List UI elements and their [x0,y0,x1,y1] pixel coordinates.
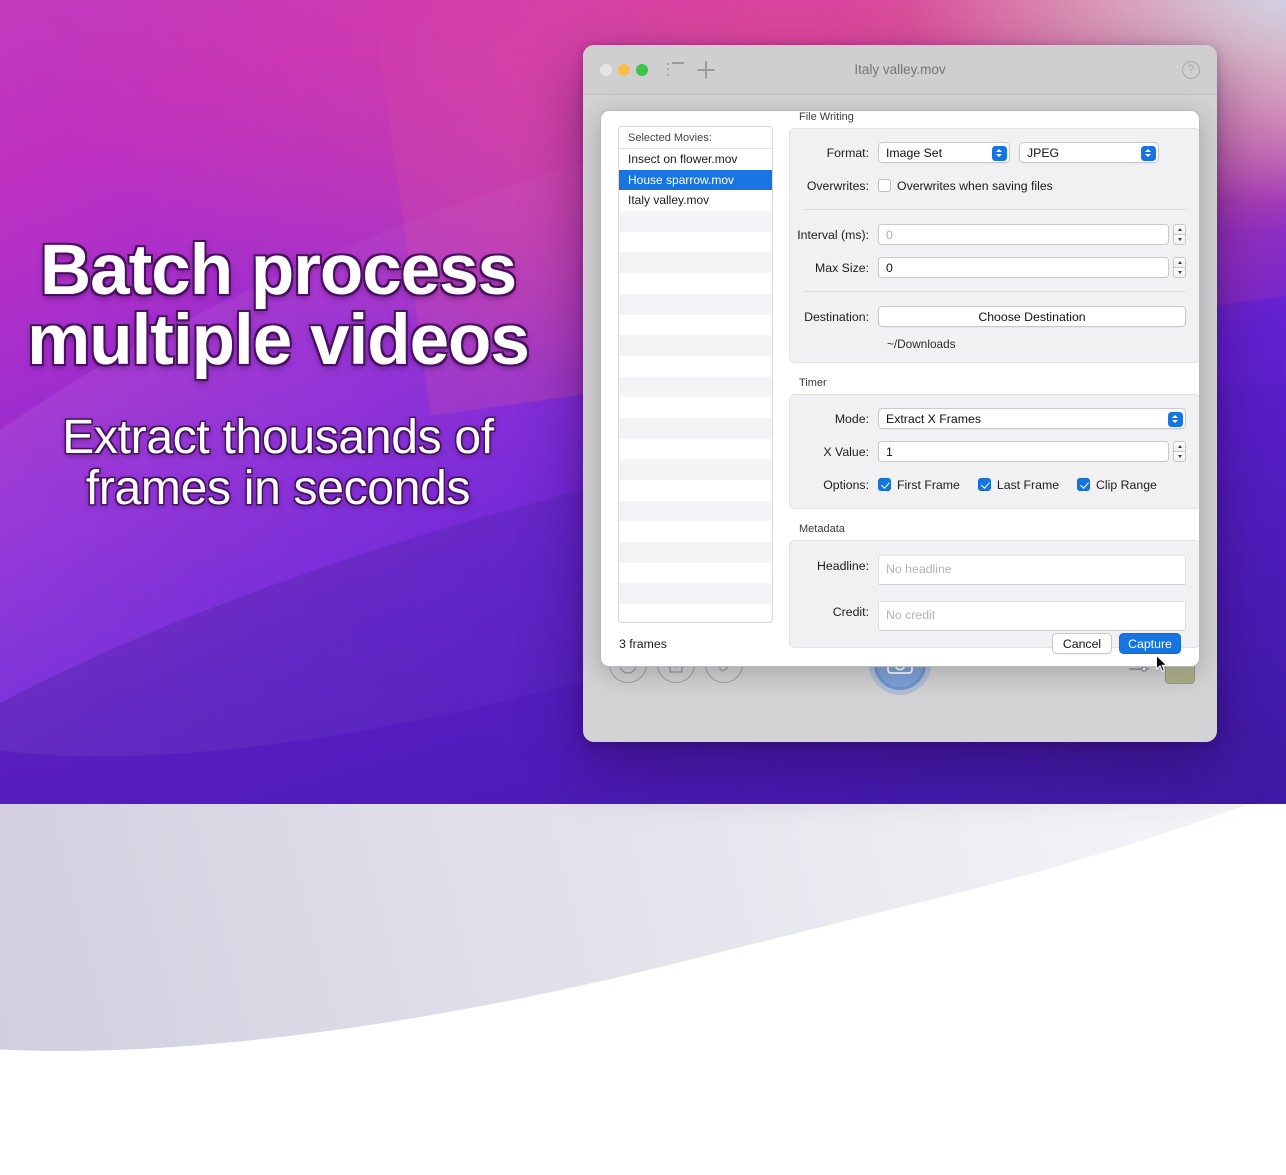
list-item-empty[interactable] [619,211,772,232]
file-writing-group: Format: Image Set JPEG Overwrites: Overw… [789,128,1200,363]
overwrites-checkbox-label: Overwrites when saving files [897,179,1053,193]
capture-button[interactable]: Capture [1119,633,1181,654]
last-frame-checkbox[interactable] [978,478,991,491]
marketing-copy: Batch process multiple videos Extract th… [0,236,556,515]
interval-value: 0 [886,228,893,242]
marketing-subheadline: Extract thousands of frames in seconds [0,413,556,515]
list-item-empty[interactable] [619,294,772,315]
window-titlebar: Italy valley.mov ? [583,45,1217,95]
interval-stepper[interactable] [1173,224,1186,245]
capture-settings-sheet: Selected Movies: Insect on flower.mov Ho… [600,110,1200,667]
mode-select[interactable]: Extract X Frames [878,408,1186,429]
divider [804,291,1186,292]
max-size-stepper[interactable] [1173,257,1186,278]
mode-label: Mode: [790,412,878,426]
chevron-updown-icon [1168,412,1183,427]
first-frame-checkbox[interactable] [878,478,891,491]
choose-destination-button[interactable]: Choose Destination [878,306,1186,327]
list-item-empty[interactable] [619,252,772,273]
clip-range-label: Clip Range [1096,478,1157,492]
marketing-headline: Batch process multiple videos [0,236,556,375]
mode-value: Extract X Frames [886,412,981,426]
sheet-footer: 3 frames Cancel Capture [601,621,1199,666]
options-label: Options: [790,478,878,492]
help-icon[interactable]: ? [1182,61,1200,79]
first-frame-label: First Frame [897,478,960,492]
overwrites-checkbox[interactable] [878,179,891,192]
x-value-stepper[interactable] [1173,441,1186,462]
timer-title: Timer [799,377,1200,389]
destination-row: Destination: Choose Destination [790,304,1200,329]
list-item-empty[interactable] [619,232,772,253]
list-item-empty[interactable] [619,377,772,398]
headline-input[interactable]: No headline [878,555,1186,585]
settings-pane: File Writing Format: Image Set JPEG Over… [789,111,1200,648]
overwrites-row: Overwrites: Overwrites when saving files [790,173,1200,198]
frames-count-status: 3 frames [619,637,667,651]
cancel-button[interactable]: Cancel [1052,633,1112,654]
list-item-empty[interactable] [619,480,772,501]
max-size-input[interactable]: 0 [878,257,1169,278]
interval-input[interactable]: 0 [878,224,1169,245]
last-frame-label: Last Frame [997,478,1059,492]
list-item-empty[interactable] [619,563,772,584]
mouse-cursor [1156,655,1168,673]
format-value: Image Set [886,146,942,160]
list-item-empty[interactable] [619,459,772,480]
interval-row: Interval (ms): 0 [790,222,1200,247]
clip-range-checkbox[interactable] [1077,478,1090,491]
list-item-empty[interactable] [619,439,772,460]
list-item-empty[interactable] [619,418,772,439]
metadata-title: Metadata [799,523,1200,535]
list-item-empty[interactable] [619,542,772,563]
headline-row: Headline: No headline [790,555,1200,585]
list-item-empty[interactable] [619,521,772,542]
list-item-empty[interactable] [619,356,772,377]
interval-label: Interval (ms): [790,228,878,242]
file-writing-title: File Writing [799,111,1200,123]
list-item-empty[interactable] [619,315,772,336]
selected-movies-list[interactable]: Selected Movies: Insect on flower.mov Ho… [618,126,773,623]
credit-label: Credit: [790,601,878,619]
max-size-row: Max Size: 0 [790,255,1200,280]
options-row: Options: First Frame Last Frame Clip Ran… [790,472,1200,497]
destination-label: Destination: [790,310,878,324]
list-item[interactable]: House sparrow.mov [619,170,772,191]
list-item-empty[interactable] [619,335,772,356]
list-header: Selected Movies: [619,127,772,149]
x-value-label: X Value: [790,445,878,459]
list-item[interactable]: Insect on flower.mov [619,149,772,170]
list-item-empty[interactable] [619,273,772,294]
headline-placeholder: No headline [886,562,952,576]
max-size-label: Max Size: [790,261,878,275]
x-value: 1 [886,445,893,459]
credit-placeholder: No credit [886,608,935,622]
format-label: Format: [790,146,878,160]
mode-row: Mode: Extract X Frames [790,406,1200,431]
list-item-empty[interactable] [619,583,772,604]
divider [804,209,1186,210]
app-window: Italy valley.mov ? [583,45,1217,742]
codec-select[interactable]: JPEG [1019,142,1159,163]
list-item-empty[interactable] [619,397,772,418]
codec-value: JPEG [1027,146,1059,160]
x-value-input[interactable]: 1 [878,441,1169,462]
format-select[interactable]: Image Set [878,142,1010,163]
x-value-row: X Value: 1 [790,439,1200,464]
headline-label: Headline: [790,555,878,573]
list-item-empty[interactable] [619,501,772,522]
chevron-updown-icon [992,146,1007,161]
overwrites-label: Overwrites: [790,179,878,193]
chevron-updown-icon [1141,146,1156,161]
window-title: Italy valley.mov [583,62,1217,77]
format-row: Format: Image Set JPEG [790,140,1200,165]
max-size-value: 0 [886,261,893,275]
list-item[interactable]: Italy valley.mov [619,190,772,211]
timer-group: Mode: Extract X Frames X Value: 1 [789,394,1200,509]
destination-path: ~/Downloads [887,337,1200,351]
